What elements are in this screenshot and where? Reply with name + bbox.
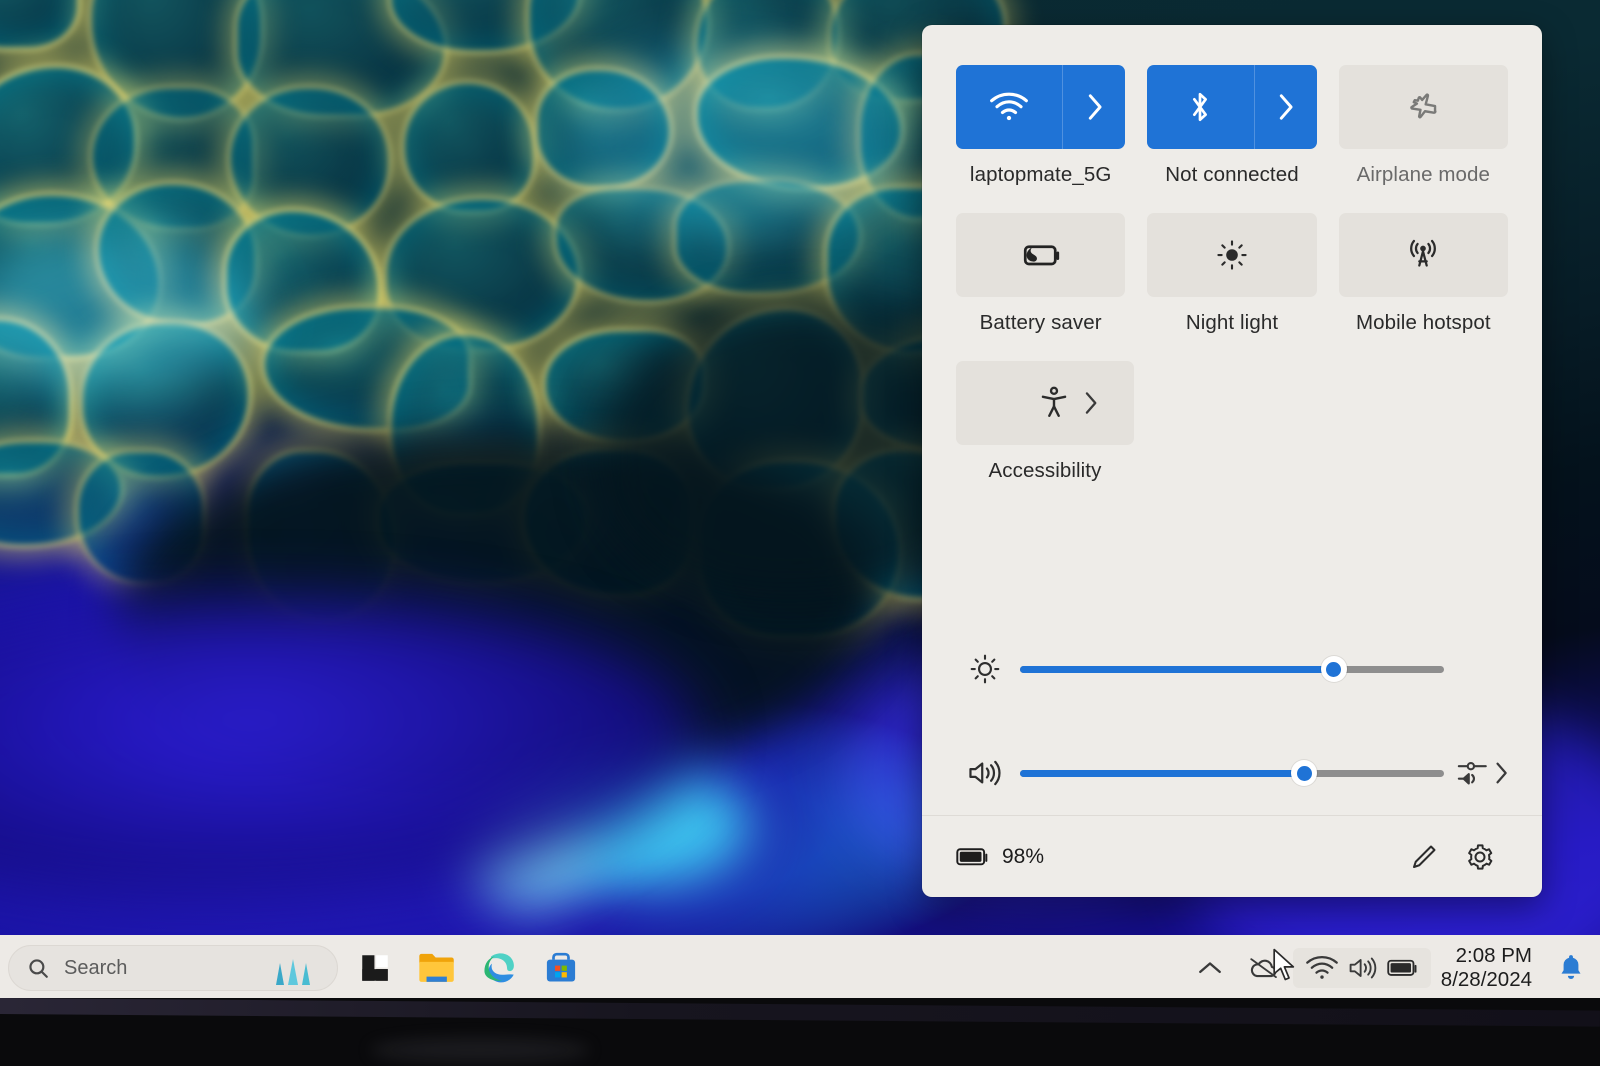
edge-button[interactable]: [468, 940, 530, 996]
quick-tile-airplane[interactable]: Airplane mode: [1338, 65, 1508, 187]
accessibility-tile-button[interactable]: [956, 361, 1134, 445]
accessibility-icon[interactable]: [1039, 386, 1069, 420]
battery-saver-tile-button[interactable]: [956, 213, 1126, 297]
accessibility-tile-label: Accessibility: [988, 459, 1102, 482]
brightness-slider-row: [956, 617, 1508, 721]
wifi-expand-chevron-icon[interactable]: [1062, 65, 1125, 149]
battery-icon[interactable]: [1387, 958, 1419, 978]
wifi-tile-button[interactable]: [956, 65, 1126, 149]
airplane-mode-tile-button[interactable]: [1338, 65, 1508, 149]
quick-tile-bluetooth[interactable]: Not connected: [1147, 65, 1317, 187]
battery-saver-icon: [956, 241, 1125, 269]
quick-settings-tile-grid: laptopmate_5G Not connected Airplane mod…: [922, 25, 1542, 509]
brightness-slider-thumb[interactable]: [1320, 656, 1347, 682]
copilot-icon[interactable]: [266, 945, 322, 991]
airplane-mode-tile-label: Airplane mode: [1356, 163, 1491, 186]
quick-tile-mobile-hotspot[interactable]: Mobile hotspot: [1338, 213, 1508, 335]
clock-date: 8/28/2024: [1440, 968, 1532, 991]
file-explorer-button[interactable]: [406, 940, 468, 996]
tile-row: Battery saver Night light Mobile hotspot: [956, 213, 1508, 335]
bell-icon[interactable]: [1558, 953, 1584, 983]
tile-row: Accessibility: [956, 361, 1508, 483]
quick-settings-sliders: [922, 617, 1542, 825]
taskbar-clock[interactable]: 2:08 PM 8/28/2024: [1431, 944, 1546, 992]
mobile-hotspot-tile-button[interactable]: [1338, 213, 1508, 297]
bluetooth-expand-chevron-icon[interactable]: [1253, 65, 1317, 149]
edit-quick-settings-button[interactable]: [1396, 829, 1452, 885]
accessibility-expand-chevron-icon[interactable]: [1083, 391, 1098, 415]
clock-time: 2:08 PM: [1455, 943, 1532, 967]
airplane-icon: [1339, 90, 1508, 124]
night-light-tile-label: Night light: [1185, 311, 1279, 334]
tile-row: laptopmate_5G Not connected Airplane mod…: [956, 65, 1508, 187]
screen: laptopmate_5G Not connected Airplane mod…: [0, 0, 1600, 1066]
mobile-hotspot-icon: [1339, 238, 1508, 272]
monitor-bezel: [0, 998, 1600, 1066]
taskbar: Search 2:08 PM 8/28/2024: [0, 935, 1600, 1001]
quick-tile-battery-saver[interactable]: Battery saver: [956, 213, 1126, 335]
volume-slider[interactable]: [1020, 760, 1444, 786]
volume-icon: [956, 757, 1014, 789]
edge-icon[interactable]: [480, 949, 518, 987]
start-icon[interactable]: [358, 951, 392, 985]
mobile-hotspot-tile-label: Mobile hotspot: [1355, 311, 1491, 334]
battery-status: 98%: [956, 845, 1044, 869]
bezel-glare: [370, 1038, 590, 1062]
tray-quick-settings-button[interactable]: [1292, 948, 1431, 988]
bluetooth-tile-button[interactable]: [1147, 65, 1317, 149]
volume-icon[interactable]: [1347, 955, 1379, 981]
search-icon[interactable]: [27, 957, 50, 980]
open-settings-button[interactable]: [1452, 829, 1508, 885]
microsoft-store-button[interactable]: [530, 940, 592, 996]
wifi-tile-label: laptopmate_5G: [969, 163, 1112, 186]
start-button[interactable]: [344, 940, 406, 996]
pencil-icon[interactable]: [1409, 842, 1439, 872]
night-light-icon: [1147, 238, 1316, 272]
volume-slider-fill: [1020, 769, 1305, 777]
onedrive-offline-icon[interactable]: [1247, 955, 1281, 981]
bluetooth-tile-label: Not connected: [1165, 163, 1299, 186]
tray-overflow-button[interactable]: [1185, 943, 1235, 993]
volume-slider-thumb[interactable]: [1291, 760, 1318, 786]
quick-settings-footer: 98%: [922, 815, 1542, 897]
brightness-slider[interactable]: [1020, 656, 1444, 682]
bluetooth-icon[interactable]: [1147, 90, 1253, 124]
microsoft-store-icon[interactable]: [543, 950, 579, 986]
wifi-icon[interactable]: [1305, 955, 1339, 981]
gear-icon[interactable]: [1465, 842, 1495, 872]
volume-slider-row: [956, 721, 1508, 825]
battery-percentage: 98%: [1002, 844, 1045, 868]
taskbar-system-tray: 2:08 PM 8/28/2024: [1185, 943, 1600, 993]
quick-tile-wifi[interactable]: laptopmate_5G: [956, 65, 1126, 187]
chevron-up-icon[interactable]: [1197, 959, 1223, 977]
wifi-icon[interactable]: [956, 92, 1062, 122]
battery-icon: [956, 847, 988, 865]
quick-settings-panel: laptopmate_5G Not connected Airplane mod…: [922, 25, 1542, 897]
audio-output-selector[interactable]: [1444, 757, 1508, 789]
quick-tile-accessibility[interactable]: Accessibility: [956, 361, 1134, 483]
search-placeholder: Search: [64, 956, 128, 979]
taskbar-left-section: Search: [0, 940, 592, 996]
onedrive-tray-button[interactable]: [1235, 943, 1293, 993]
brightness-icon: [956, 652, 1014, 686]
file-explorer-icon[interactable]: [417, 951, 457, 985]
brightness-slider-fill: [1020, 665, 1334, 673]
battery-saver-tile-label: Battery saver: [979, 311, 1102, 334]
notification-button[interactable]: [1546, 943, 1590, 993]
night-light-tile-button[interactable]: [1147, 213, 1317, 297]
quick-tile-night-light[interactable]: Night light: [1147, 213, 1317, 335]
